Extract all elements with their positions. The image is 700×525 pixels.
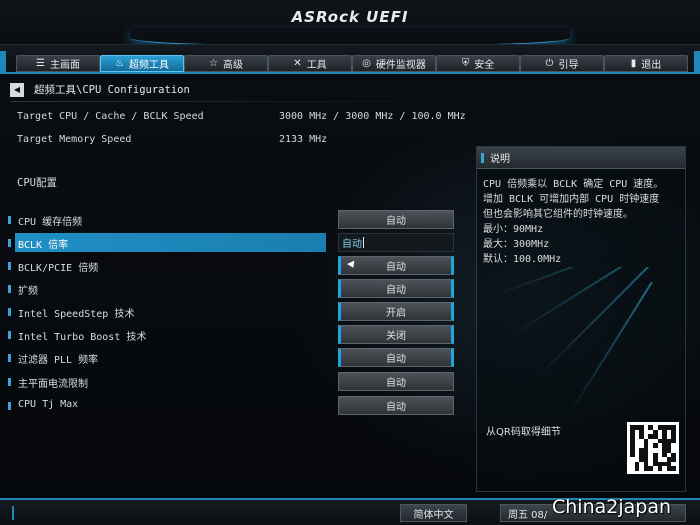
tab-security[interactable]: ⛨ 安全: [436, 55, 520, 72]
input-text: 自动: [342, 239, 362, 250]
decorative-streaks: [477, 267, 685, 427]
section-title: CPU配置: [17, 177, 57, 189]
setting-name: CPU Tj Max: [18, 399, 79, 410]
setting-name: Intel Turbo Boost 技术: [18, 332, 147, 343]
tab-main[interactable]: ☰ 主画面: [16, 55, 100, 72]
tab-exit[interactable]: ▮ 退出: [604, 55, 688, 72]
tabs: ☰ 主画面 ♨ 超频工具 ☆ 高级 ✕ 工具 ◎ 硬件监视器 ⛨ 安全 ⏻ 引导 ▮ 退出: [16, 55, 688, 72]
tab-hardware-monitor[interactable]: ◎ 硬件监视器: [352, 55, 436, 72]
setting-row-selected[interactable]: BCLK 倍率 自动: [8, 233, 468, 253]
tab-bar-edge-left: [0, 51, 6, 73]
qr-pattern: [630, 425, 676, 471]
setting-name: CPU 缓存倍频: [18, 217, 83, 228]
star-icon: ☆: [209, 58, 218, 69]
target-cpu-label: Target CPU / Cache / BCLK Speed: [17, 111, 204, 122]
setting-name: BCLK/PCIE 倍频: [18, 263, 99, 274]
shield-icon: ⛨: [461, 58, 470, 69]
tab-advanced[interactable]: ☆ 高级: [184, 55, 268, 72]
streak: [536, 267, 658, 379]
row-bullet: [8, 262, 11, 270]
description-line: CPU 倍频乘以 BCLK 确定 CPU 速度。: [483, 179, 664, 190]
tab-bar: ☰ 主画面 ♨ 超频工具 ☆ 高级 ✕ 工具 ◎ 硬件监视器 ⛨ 安全 ⏻ 引导 ▮ 退出: [0, 44, 700, 74]
footer-edge: [12, 506, 14, 520]
setting-value-button[interactable]: 自动: [338, 348, 454, 367]
setting-row[interactable]: Intel SpeedStep 技术 开启: [8, 302, 468, 322]
setting-value-button[interactable]: 开启: [338, 302, 454, 321]
tab-boot[interactable]: ⏻ 引导: [520, 55, 604, 72]
setting-row[interactable]: BCLK/PCIE 倍频 自动: [8, 256, 468, 276]
breadcrumb-path: 超频工具\CPU Configuration: [34, 84, 190, 96]
setting-row[interactable]: 主平面电流限制 自动: [8, 372, 468, 392]
tab-label: 主画面: [49, 60, 80, 71]
setting-value-button[interactable]: 自动: [338, 372, 454, 391]
monitor-icon: ◎: [362, 58, 371, 69]
tab-label: 硬件监视器: [375, 60, 426, 71]
bclk-value-input[interactable]: 自动: [338, 233, 454, 252]
row-bullet: [8, 239, 11, 247]
setting-value-button[interactable]: 关闭: [338, 325, 454, 344]
streak: [486, 267, 676, 299]
description-line: 但也会影响其它组件的时钟速度。: [483, 209, 633, 220]
language-button[interactable]: 简体中文: [400, 504, 467, 522]
tab-label: 工具: [306, 60, 327, 71]
asrock-uefi-logo: ASRock UEFI: [291, 8, 409, 26]
tab-label: 退出: [641, 60, 662, 71]
tab-label: 超频工具: [128, 60, 169, 71]
setting-row[interactable]: CPU Tj Max 自动: [8, 396, 468, 416]
tools-icon: ✕: [293, 58, 302, 69]
divider: [10, 101, 466, 102]
qr-label: 从QR码取得细节: [486, 427, 561, 438]
text-caret: [363, 237, 364, 248]
row-bullet: [8, 354, 11, 362]
header-bar: [481, 152, 484, 163]
description-line: 最大：300MHz: [483, 239, 550, 250]
power-icon: ⏻: [545, 58, 554, 69]
row-bullet: [8, 285, 11, 293]
tab-tools[interactable]: ✕ 工具: [268, 55, 352, 72]
row-bullet: [8, 402, 11, 410]
row-bullet: [8, 331, 11, 339]
description-body: CPU 倍频乘以 BCLK 确定 CPU 速度。 增加 BCLK 可增加内部 C…: [477, 169, 685, 275]
setting-value-button[interactable]: 自动: [338, 210, 454, 229]
description-line: 最小：90MHz: [483, 224, 544, 235]
flame-icon: ♨: [115, 58, 124, 69]
tab-label: 引导: [558, 60, 579, 71]
setting-value-button[interactable]: 自动: [338, 396, 454, 415]
header: ASRock UEFI: [0, 0, 700, 48]
setting-row[interactable]: 扩频 自动: [8, 279, 468, 299]
description-title: 说明: [490, 154, 510, 165]
tab-label: 安全: [474, 60, 495, 71]
row-bullet: [8, 216, 11, 224]
list-icon: ☰: [36, 58, 45, 69]
setting-value-button[interactable]: 自动: [338, 279, 454, 298]
row-bullet: [8, 308, 11, 316]
watermark: China2japan: [552, 496, 672, 518]
breadcrumb: ◀ 超频工具\CPU Configuration: [10, 82, 190, 97]
setting-name: Intel SpeedStep 技术: [18, 309, 135, 320]
exit-icon: ▮: [630, 58, 637, 69]
tab-label: 高级: [222, 60, 243, 71]
setting-name: 过滤器 PLL 频率: [18, 355, 99, 366]
description-line: 默认：100.0MHz: [483, 254, 562, 265]
target-cpu-value: 3000 MHz / 3000 MHz / 100.0 MHz: [279, 111, 466, 122]
description-header: 说明: [477, 147, 685, 169]
row-bullet: [8, 378, 11, 386]
setting-row[interactable]: CPU 缓存倍频 自动: [8, 210, 468, 230]
back-arrow-icon[interactable]: ◀: [10, 82, 24, 97]
tab-bar-edge-right: [694, 51, 700, 73]
setting-row[interactable]: Intel Turbo Boost 技术 关闭: [8, 325, 468, 345]
description-panel: 说明 CPU 倍频乘以 BCLK 确定 CPU 速度。 增加 BCLK 可增加内…: [476, 146, 686, 492]
tab-oc-tweaker[interactable]: ♨ 超频工具: [100, 55, 184, 72]
target-memory-value: 2133 MHz: [279, 134, 328, 145]
setting-name: 主平面电流限制: [18, 379, 88, 390]
qr-module: [671, 466, 676, 471]
setting-name: BCLK 倍率: [18, 240, 69, 251]
description-line: 增加 BCLK 可增加内部 CPU 时钟速度: [483, 194, 660, 205]
setting-row[interactable]: 过滤器 PLL 频率 自动: [8, 348, 468, 368]
qr-code[interactable]: [627, 422, 679, 474]
setting-name: 扩频: [18, 286, 38, 297]
target-memory-label: Target Memory Speed: [17, 134, 132, 145]
